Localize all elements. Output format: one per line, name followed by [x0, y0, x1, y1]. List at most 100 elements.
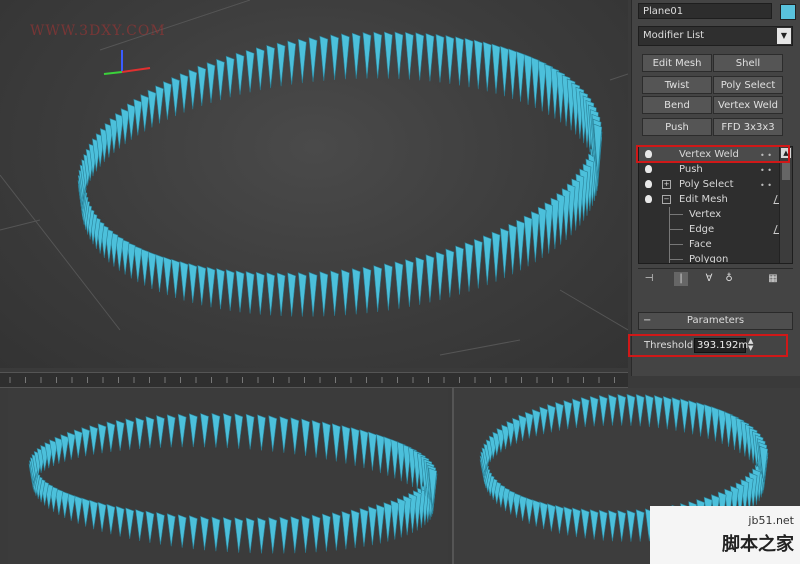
mesh-spike: [555, 504, 564, 534]
mesh-spike: [341, 425, 351, 464]
mesh-spike: [222, 517, 232, 553]
mesh-spike: [245, 271, 255, 314]
scroll-thumb[interactable]: [782, 162, 790, 180]
mesh-spike: [351, 32, 361, 79]
stack-scrollbar[interactable]: ▲: [779, 147, 792, 263]
mesh-spike: [163, 81, 172, 120]
ffd-3x3x3-button[interactable]: FFD 3x3x3: [713, 118, 783, 136]
mesh-spike: [308, 37, 318, 82]
mesh-spike: [257, 414, 266, 451]
mesh-spike: [635, 393, 645, 427]
mesh-spike: [319, 271, 329, 317]
push-button[interactable]: Push: [642, 118, 712, 136]
object-name-field[interactable]: Plane01: [638, 3, 772, 19]
shell-button[interactable]: Shell: [713, 54, 783, 72]
bend-button[interactable]: Bend: [642, 96, 712, 114]
modify-panel: Plane01 Modifier List ▼ Edit Mesh Shell …: [628, 0, 800, 376]
mesh-spike: [279, 516, 289, 554]
mobius-mesh[interactable]: [77, 31, 603, 317]
stack-item-push[interactable]: Push • •: [639, 162, 792, 177]
mesh-spike: [580, 508, 590, 539]
mesh-spike: [245, 517, 255, 554]
mesh-spike: [245, 49, 255, 93]
vertex-weld-button[interactable]: Vertex Weld: [713, 96, 783, 114]
mesh-spike: [140, 248, 150, 286]
mesh-spike: [373, 265, 383, 312]
perspective-viewport[interactable]: WWW.3DXY.COM: [0, 0, 628, 368]
mesh-spike: [125, 418, 135, 450]
mesh-spike: [359, 429, 369, 469]
subobject-vertex[interactable]: Vertex: [639, 207, 792, 222]
mesh-spike: [163, 256, 172, 296]
mesh-spike: [188, 263, 198, 304]
tree-branch: [669, 244, 683, 245]
mesh-spike: [368, 506, 377, 546]
mesh-spike: [115, 419, 125, 451]
mesh-spike: [425, 33, 435, 82]
edit-mesh-button[interactable]: Edit Mesh: [642, 54, 712, 72]
mesh-spike: [257, 517, 266, 554]
mesh-spike: [266, 44, 275, 89]
mesh-spike: [145, 416, 155, 449]
lightbulb-icon[interactable]: [645, 195, 652, 203]
subobject-polygon[interactable]: Polygon: [639, 252, 792, 263]
mesh-spike: [235, 270, 245, 313]
lightbulb-icon[interactable]: [645, 165, 652, 173]
mesh-spike: [455, 245, 464, 295]
mesh-spike: [563, 400, 573, 430]
mesh-spike: [482, 41, 492, 92]
mesh-spike: [703, 404, 713, 439]
subobject-edge[interactable]: Edge: [639, 222, 792, 237]
mesh-spike: [491, 43, 501, 94]
mesh-spike: [66, 431, 76, 460]
object-color-swatch[interactable]: [780, 4, 796, 20]
mesh-spike: [211, 516, 221, 552]
mesh-spike: [351, 268, 361, 315]
modifier-list-dropdown[interactable]: Modifier List ▼: [638, 26, 793, 46]
logo-name: 脚本之家: [722, 534, 794, 555]
modifier-stack[interactable]: Vertex Weld • • Push • • + Poly Select •…: [638, 146, 793, 264]
mesh-spike: [276, 272, 286, 317]
mesh-spike: [311, 514, 321, 553]
mesh-spike: [89, 425, 98, 455]
lightbulb-icon[interactable]: [645, 180, 652, 188]
chevron-down-icon[interactable]: ▼: [777, 28, 791, 44]
mesh-spike: [225, 269, 235, 311]
mesh-spike: [177, 413, 187, 448]
mesh-spike: [89, 499, 98, 530]
twist-button[interactable]: Twist: [642, 76, 712, 94]
mesh-spike: [662, 395, 672, 430]
mesh-spike: [516, 219, 525, 271]
mesh-spike: [524, 411, 534, 439]
remove-modifier-icon[interactable]: ♁: [722, 272, 736, 286]
mesh-spike: [563, 506, 573, 536]
parameters-rollout[interactable]: − Parameters: [638, 312, 793, 330]
collapse-icon[interactable]: −: [662, 195, 671, 204]
subobject-face[interactable]: Face: [639, 237, 792, 252]
mesh-spike: [680, 398, 689, 433]
time-ruler: [9, 377, 615, 383]
expand-icon[interactable]: +: [662, 180, 671, 189]
front-viewport[interactable]: [8, 388, 448, 564]
collapse-rollout-icon[interactable]: −: [643, 313, 651, 329]
transform-gizmo[interactable]: [103, 50, 151, 75]
time-slider[interactable]: [0, 372, 628, 388]
mesh-spike: [321, 513, 331, 552]
mesh-spike: [311, 419, 321, 458]
mesh-spike: [73, 429, 83, 458]
pin-stack-icon[interactable]: ⊣: [642, 272, 656, 286]
configure-modifier-sets-icon[interactable]: ▦: [766, 272, 780, 286]
make-unique-icon[interactable]: ∀: [702, 272, 716, 286]
mesh-spike: [589, 509, 599, 540]
poly-select-button[interactable]: Poly Select: [713, 76, 783, 94]
mesh-spike: [133, 98, 143, 136]
stack-item-poly-select[interactable]: + Poly Select • •: [639, 177, 792, 192]
show-end-result-icon[interactable]: |: [674, 272, 688, 286]
stack-item-edit-mesh[interactable]: − Edit Mesh: [639, 192, 792, 207]
mesh-spike: [546, 503, 556, 532]
mesh-spike: [135, 417, 144, 449]
mesh-spike: [287, 272, 296, 317]
mesh-spike: [359, 507, 369, 547]
mesh-spike: [155, 254, 164, 293]
highlight-vertex-weld: [636, 145, 790, 163]
